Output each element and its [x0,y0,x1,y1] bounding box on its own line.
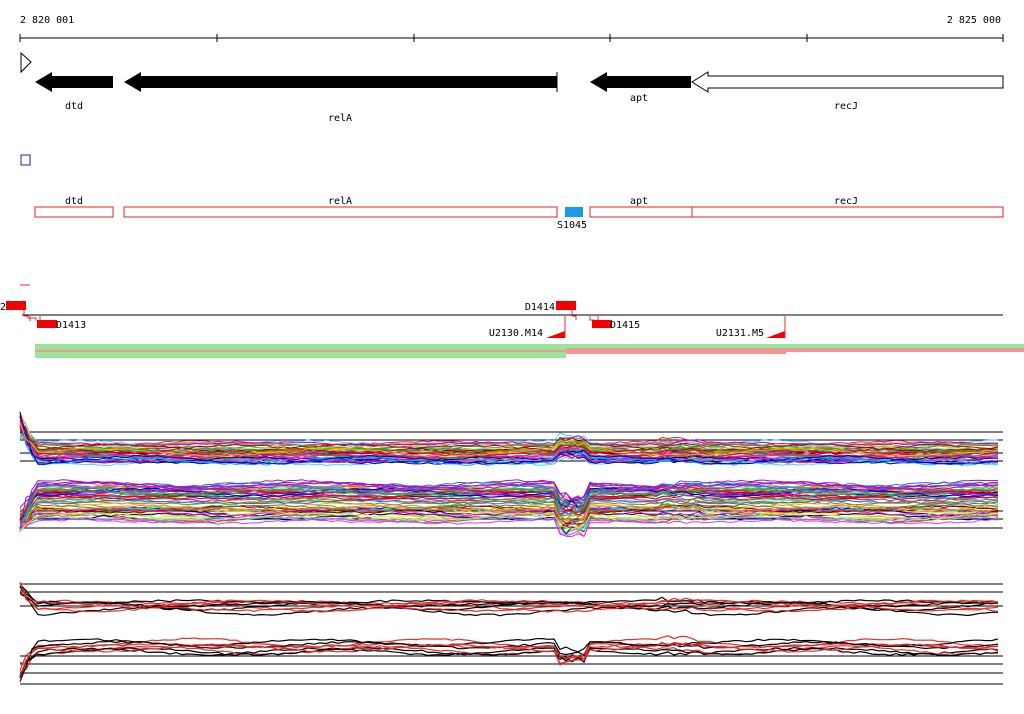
expression-plot-a [19,411,1003,467]
feature-label-s1045: S1045 [557,220,587,231]
gene-label-recJ: recJ [834,101,858,112]
marker-label-left: 2 [0,302,6,313]
line-bundle-a [19,411,999,467]
marker-label-u2130: U2130.M14 [489,328,543,339]
expression-plot-b [19,479,1003,538]
marker-d1413[interactable] [37,320,57,328]
summary-plot-c [19,581,1003,617]
annotation-label-recJ: recJ [834,196,858,207]
track-toggle-icon[interactable] [20,154,31,166]
gene-relA[interactable]: relA [124,72,558,124]
summary-plot-d [19,635,1003,685]
annotation-label-relA: relA [328,196,352,207]
marker-track: 2 D1413 D1414 U2130.M14 D1415 U2131.M5 [0,284,1003,339]
marker-label-d1414: D1414 [525,302,555,313]
marker-u2131[interactable] [766,331,785,338]
annotation-label-dtd: dtd [65,196,83,207]
ruler-end-label: 2 825 000 [947,15,1001,26]
genome-browser-canvas: 2 820 001 2 825 000 dtd relA apt recJ dt… [0,15,1024,685]
gene-recJ[interactable]: recJ [691,71,1004,112]
annotation-label-apt: apt [630,196,648,207]
marker-label-d1415: D1415 [610,320,640,331]
gene-apt[interactable]: apt [590,72,691,104]
feature-s1045[interactable] [565,207,583,217]
ruler: 2 820 001 2 825 000 [19,15,1004,42]
expand-triangle-icon[interactable] [20,51,32,74]
line-bundle-d [19,635,999,682]
marker-d1414[interactable] [556,301,576,310]
line-bundle-c [19,581,999,617]
gene-track: dtd relA apt recJ [35,71,1004,124]
trace-line [19,415,999,447]
annotation-track: dtd relA apt recJ S1045 [34,196,1004,231]
marker-label-u2131: U2131.M5 [716,328,764,339]
coverage-track [35,344,1024,358]
gene-dtd[interactable]: dtd [35,72,113,112]
marker-d1415[interactable] [592,320,612,328]
gene-label-dtd: dtd [65,101,83,112]
gene-label-apt: apt [630,93,648,104]
marker-u2130[interactable] [546,331,565,338]
ruler-start-label: 2 820 001 [20,15,74,26]
gene-label-relA: relA [328,113,352,124]
marker-label-d1413: D1413 [56,320,86,331]
